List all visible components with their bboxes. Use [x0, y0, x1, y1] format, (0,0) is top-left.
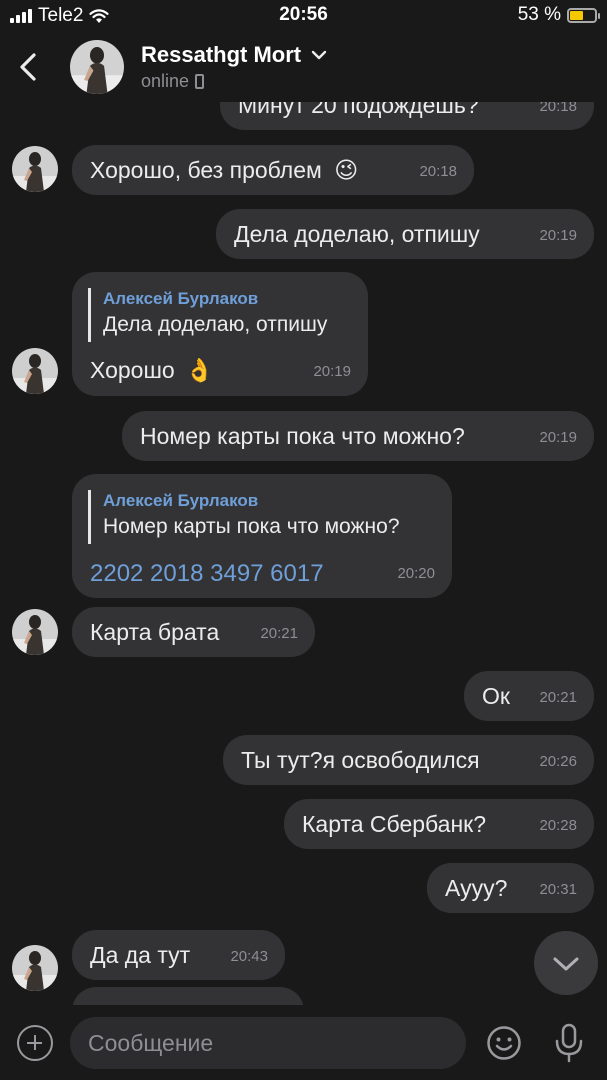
chat-header: Ressathgt Mort online [0, 32, 607, 102]
message-time: 20:28 [539, 817, 577, 834]
message-text: Да да тут [90, 942, 191, 968]
message-text: Хорошо 👌 [90, 357, 214, 383]
chevron-down-icon [311, 50, 327, 60]
status-bar: Tele2 20:56 53 % [0, 0, 607, 32]
message-outgoing[interactable]: Дела доделаю, отпишу 20:19 [216, 209, 594, 259]
message-incoming-partial[interactable] [72, 987, 304, 1005]
contact-status: online [141, 71, 205, 92]
message-time: 20:26 [539, 753, 577, 770]
avatar[interactable] [12, 146, 58, 192]
message-incoming-reply[interactable]: Алексей Бурлаков Номер карты пока что мо… [72, 474, 452, 598]
message-time: 20:21 [539, 689, 577, 706]
message-time: 20:31 [539, 881, 577, 898]
reply-quote[interactable]: Алексей Бурлаков Номер карты пока что мо… [88, 490, 400, 544]
reply-quote[interactable]: Алексей Бурлаков Дела доделаю, отпишу [88, 288, 327, 342]
message-incoming[interactable]: Хорошо, без проблем 😉 20:18 [72, 145, 474, 195]
avatar[interactable] [12, 945, 58, 991]
message-outgoing[interactable]: Карта Сбербанк? 20:28 [284, 799, 594, 849]
wink-emoji: 😉 [334, 157, 359, 183]
message-time: 20:19 [313, 363, 351, 380]
message-time: 20:18 [419, 163, 457, 180]
contact-name-button[interactable]: Ressathgt Mort [141, 42, 327, 68]
message-text: Дела доделаю, отпишу [234, 221, 480, 247]
message-text: Карта брата [90, 619, 220, 645]
message-text: Ты тут?я освободился [241, 747, 480, 773]
message-text: Аууу? [445, 875, 508, 901]
message-incoming[interactable]: Карта брата 20:21 [72, 607, 315, 657]
battery-icon [567, 7, 600, 23]
contact-avatar[interactable] [70, 40, 124, 94]
message-incoming-reply[interactable]: Алексей Бурлаков Дела доделаю, отпишу Хо… [72, 272, 368, 396]
message-outgoing[interactable]: Аууу? 20:31 [427, 863, 594, 913]
reply-author: Алексей Бурлаков [103, 289, 259, 308]
online-status: online [141, 71, 190, 91]
message-outgoing[interactable]: Ок 20:21 [464, 671, 594, 721]
plus-circle-icon[interactable] [17, 1025, 53, 1061]
message-time: 20:19 [539, 227, 577, 244]
battery-info: 53 % [517, 4, 600, 26]
microphone-icon[interactable] [552, 1023, 586, 1063]
message-text: Ок [482, 683, 510, 709]
message-text: Номер карты пока что можно? [140, 423, 465, 449]
phone-icon [195, 74, 205, 89]
clock: 20:56 [279, 4, 328, 25]
message-time: 20:21 [260, 625, 298, 642]
message-time: 20:43 [230, 948, 268, 965]
reply-author: Алексей Бурлаков [103, 491, 259, 510]
scroll-to-bottom-button[interactable] [534, 931, 598, 995]
message-outgoing[interactable]: Ты тут?я освободился 20:26 [223, 735, 594, 785]
reply-text: Номер карты пока что можно? [103, 515, 400, 538]
smile-icon[interactable] [486, 1025, 522, 1061]
composer-bar [0, 1005, 607, 1080]
battery-percent: 53 % [517, 4, 561, 25]
message-time: 20:19 [539, 429, 577, 446]
avatar[interactable] [12, 348, 58, 394]
chevron-left-icon[interactable] [16, 52, 40, 82]
ok-hand-emoji: 👌 [185, 357, 214, 383]
message-text: Хорошо, без проблем 😉 [90, 157, 359, 183]
avatar[interactable] [12, 609, 58, 655]
contact-name: Ressathgt Mort [141, 42, 302, 67]
reply-text: Дела доделаю, отпишу [103, 313, 328, 336]
message-field[interactable] [70, 1017, 466, 1069]
card-number-link[interactable]: 2202 2018 3497 6017 [90, 560, 324, 588]
chevron-down-icon [553, 957, 579, 971]
message-time: 20:20 [397, 565, 435, 582]
message-list[interactable]: Минут 20 подождешь? 20:18 Хорошо, без пр… [0, 0, 607, 1005]
message-input[interactable] [88, 1017, 448, 1069]
message-text: Карта Сбербанк? [302, 811, 487, 837]
message-incoming[interactable]: Да да тут 20:43 [72, 930, 285, 980]
message-outgoing[interactable]: Номер карты пока что можно? 20:19 [122, 411, 594, 461]
